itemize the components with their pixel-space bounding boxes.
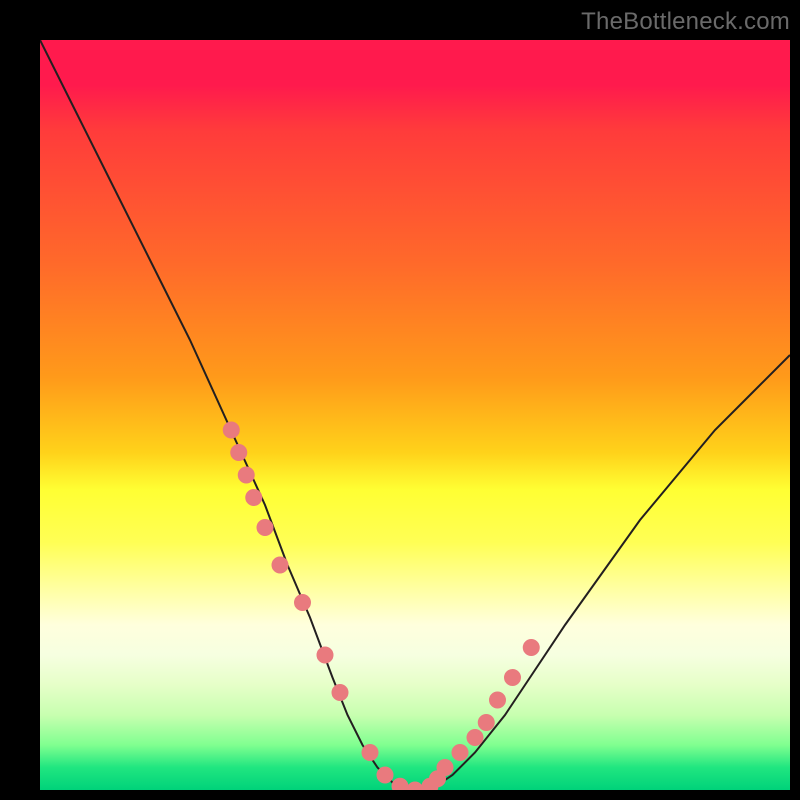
data-marker	[272, 557, 288, 573]
data-marker	[362, 745, 378, 761]
data-marker	[317, 647, 333, 663]
data-marker	[478, 715, 494, 731]
data-marker	[332, 685, 348, 701]
data-marker	[392, 778, 408, 790]
data-marker	[231, 445, 247, 461]
data-marker	[505, 670, 521, 686]
data-marker	[407, 782, 423, 790]
data-marker	[295, 595, 311, 611]
plot-area	[40, 40, 790, 790]
data-marker	[437, 760, 453, 776]
curve-svg	[40, 40, 790, 790]
data-marker	[257, 520, 273, 536]
data-marker	[452, 745, 468, 761]
data-marker	[377, 767, 393, 783]
watermark-text: TheBottleneck.com	[581, 8, 790, 36]
data-marker	[467, 730, 483, 746]
data-marker	[246, 490, 262, 506]
data-marker	[523, 640, 539, 656]
data-marker	[223, 422, 239, 438]
data-marker	[238, 467, 254, 483]
bottleneck-curve	[40, 40, 790, 790]
chart-frame: TheBottleneck.com	[0, 0, 800, 800]
data-marker	[490, 692, 506, 708]
